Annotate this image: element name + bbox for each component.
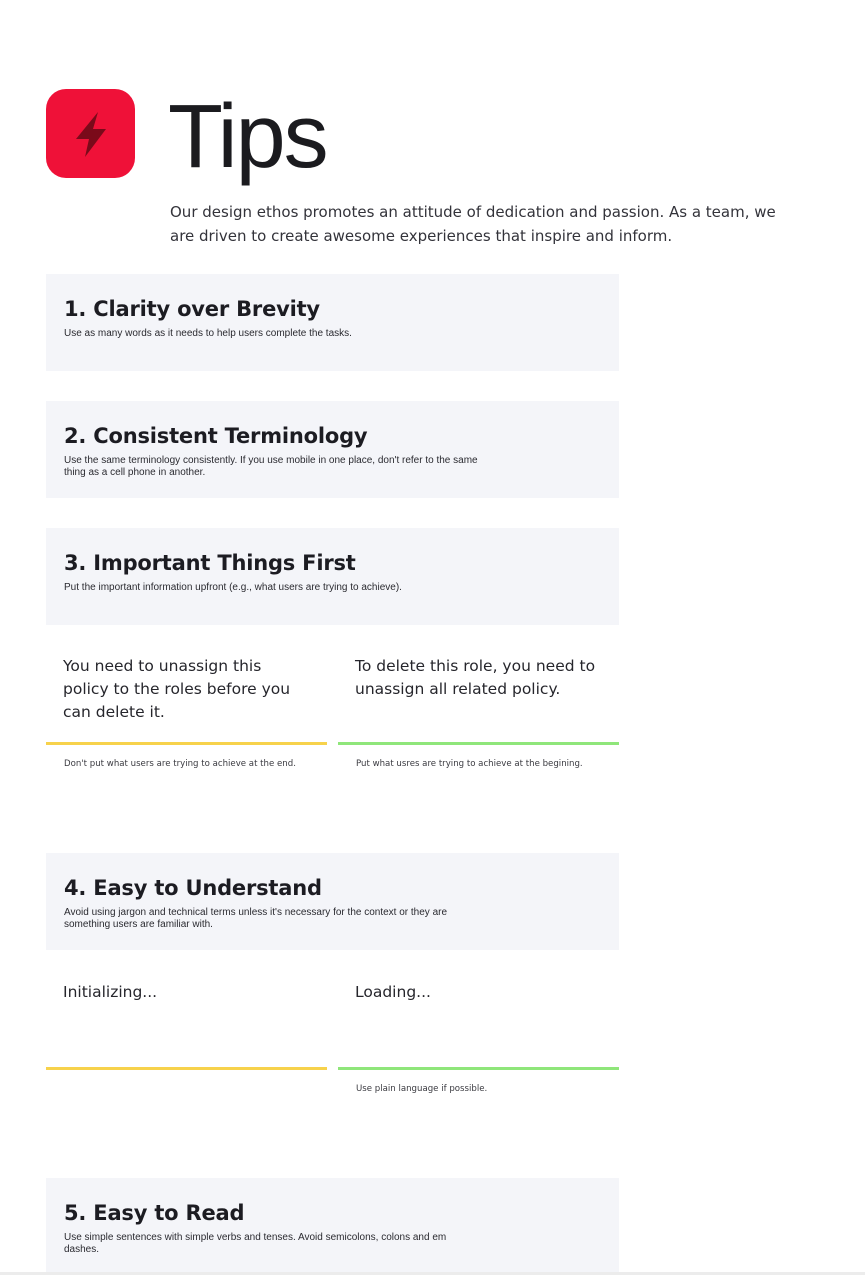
tip-description: Use as many words as it needs to help us… — [64, 328, 352, 339]
dont-indicator-bar — [46, 742, 327, 745]
example-note: Put what usres are trying to achieve at … — [356, 759, 583, 769]
example-message: You need to unassign this policy to the … — [63, 657, 291, 721]
page-title: Tips — [168, 87, 329, 187]
tip-title: 3. Important Things First — [64, 551, 356, 575]
tip-card-important-first: 3. Important Things First Put the import… — [46, 528, 619, 625]
tip-card-terminology: 2. Consistent Terminology Use the same t… — [46, 401, 619, 498]
tip-title: 4. Easy to Understand — [64, 876, 322, 900]
tip-description: Put the important information upfront (e… — [64, 582, 402, 593]
example-do: To delete this role, you need to unassig… — [338, 655, 619, 769]
example-message: Loading... — [355, 983, 431, 1001]
tip-card-easy-read: 5. Easy to Read Use simple sentences wit… — [46, 1178, 619, 1275]
tip-description: Use simple sentences with simple verbs a… — [64, 1232, 447, 1255]
tip-card-easy-understand: 4. Easy to Understand Avoid using jargon… — [46, 853, 619, 950]
example-note: Don't put what users are trying to achie… — [64, 759, 296, 769]
example-note: Use plain language if possible. — [356, 1084, 488, 1094]
dont-indicator-bar — [46, 1067, 327, 1070]
tip-description: Use the same terminology consistently. I… — [64, 455, 478, 478]
tip-title: 2. Consistent Terminology — [64, 424, 368, 448]
example-message: Initializing... — [63, 983, 158, 1001]
example-dont: Initializing... — [46, 981, 327, 1070]
tip-card-clarity: 1. Clarity over Brevity Use as many word… — [46, 274, 619, 371]
example-dont: You need to unassign this policy to the … — [46, 655, 327, 769]
intro-text: Our design ethos promotes an attitude of… — [170, 203, 776, 245]
do-indicator-bar — [338, 742, 619, 745]
tip-title: 5. Easy to Read — [64, 1201, 245, 1225]
tip-description: Avoid using jargon and technical terms u… — [64, 907, 448, 930]
example-message: To delete this role, you need to unassig… — [355, 657, 596, 698]
example-do: Loading... Use plain language if possibl… — [338, 981, 619, 1094]
do-indicator-bar — [338, 1067, 619, 1070]
tip-title: 1. Clarity over Brevity — [64, 297, 320, 321]
lightning-bolt-icon — [76, 112, 106, 157]
app-logo — [46, 89, 135, 178]
